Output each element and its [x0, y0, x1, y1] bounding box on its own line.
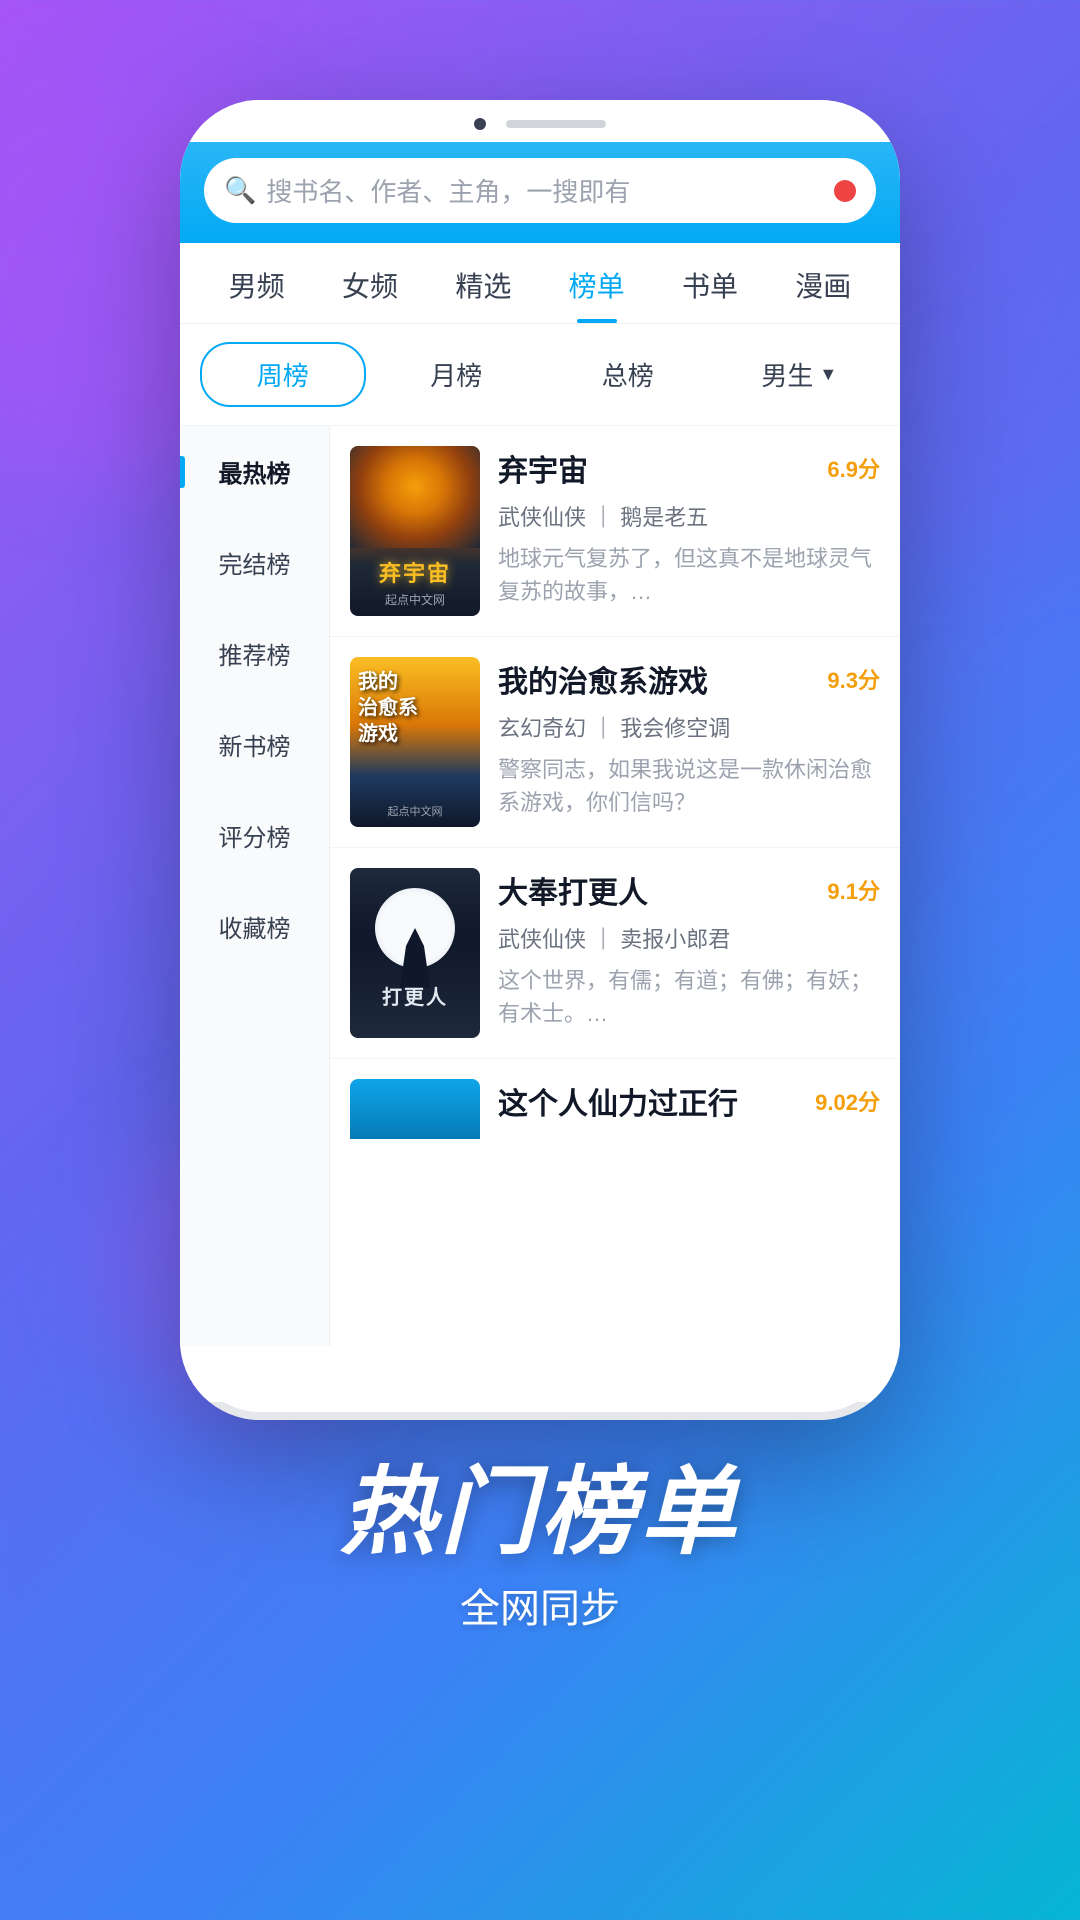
- book-info-3: 大奉打更人 9.1分 武侠仙侠 ｜ 卖报小郎君 这个世界，有儒；有道；有佛；有妖…: [498, 868, 880, 1030]
- phone-top-bar: [180, 100, 900, 142]
- book-meta-1: 武侠仙侠 ｜ 鹅是老五: [498, 500, 880, 532]
- sub-tabs: 周榜 月榜 总榜 男生 ▼: [180, 324, 900, 426]
- tab-rankings[interactable]: 榜单: [540, 243, 653, 323]
- book-meta-3: 武侠仙侠 ｜ 卖报小郎君: [498, 922, 880, 954]
- sidebar-item-new-books[interactable]: 新书榜: [180, 699, 329, 790]
- book-cover-3: 打更人: [350, 868, 480, 1038]
- search-bar[interactable]: 🔍 搜书名、作者、主角，一搜即有: [204, 158, 876, 223]
- book-desc-1: 地球元气复苏了，但这真不是地球灵气复苏的故事，…: [498, 542, 880, 608]
- book-score-1: 6.9分: [827, 452, 880, 484]
- book-desc-3: 这个世界，有儒；有道；有佛；有妖；有术士。…: [498, 964, 880, 1030]
- tab-male-frequency[interactable]: 男频: [200, 243, 313, 323]
- tab-female-frequency[interactable]: 女频: [313, 243, 426, 323]
- dropdown-arrow-icon: ▼: [819, 364, 837, 385]
- book-title-3: 大奉打更人: [498, 868, 648, 912]
- sidebar-item-ratings[interactable]: 评分榜: [180, 790, 329, 881]
- search-record-button[interactable]: [834, 180, 856, 202]
- book-list: 弃宇宙 起点中文网 弃宇宙 6.9分 武侠仙侠 ｜: [330, 426, 900, 1346]
- sidebar-item-favorites[interactable]: 收藏榜: [180, 881, 329, 972]
- tab-comics[interactable]: 漫画: [767, 243, 880, 323]
- nav-tabs: 男频 女频 精选 榜单 书单 漫画: [180, 243, 900, 324]
- book-title-1: 弃宇宙: [498, 446, 588, 490]
- sub-tab-male-dropdown[interactable]: 男生 ▼: [719, 356, 881, 393]
- book-title-2: 我的治愈系游戏: [498, 657, 708, 701]
- book-cover-1: 弃宇宙 起点中文网: [350, 446, 480, 616]
- sub-tab-all-time[interactable]: 总榜: [547, 344, 709, 405]
- book-info-2: 我的治愈系游戏 9.3分 玄幻奇幻 ｜ 我会修空调 警察同志，如果我说这是一款休…: [498, 657, 880, 819]
- book-cover-2: 我的治愈系游戏 起点中文网: [350, 657, 480, 827]
- banner-subtitle: 全网同步: [340, 1576, 740, 1634]
- bottom-banner: 热门榜单 全网同步: [340, 1420, 740, 1654]
- sub-tab-weekly[interactable]: 周榜: [200, 342, 366, 407]
- book-score-3: 9.1分: [827, 874, 880, 906]
- tab-featured[interactable]: 精选: [427, 243, 540, 323]
- search-icon: 🔍: [224, 175, 256, 206]
- app-content: 🔍 搜书名、作者、主角，一搜即有 男频 女频 精选 榜单 书单 漫画 周榜 月榜…: [180, 142, 900, 1402]
- book-title-row-1: 弃宇宙 6.9分: [498, 446, 880, 490]
- banner-title: 热门榜单: [340, 1460, 740, 1566]
- phone-camera: [474, 118, 486, 130]
- sub-tab-monthly[interactable]: 月榜: [376, 344, 538, 405]
- book-desc-2: 警察同志，如果我说这是一款休闲治愈系游戏，你们信吗？: [498, 753, 880, 819]
- sidebar-item-recommended[interactable]: 推荐榜: [180, 608, 329, 699]
- book-item-2[interactable]: 我的治愈系游戏 起点中文网 我的治愈系游戏 9.3分 玄幻奇幻 ｜: [330, 637, 900, 848]
- book-item-1[interactable]: 弃宇宙 起点中文网 弃宇宙 6.9分 武侠仙侠 ｜: [330, 426, 900, 637]
- main-layout: 最热榜 完结榜 推荐榜 新书榜 评分榜 收藏榜 弃宇宙 起点中文网: [180, 426, 900, 1346]
- book-item-4-partial[interactable]: 游侠 这个人仙力过正行 9.02分: [330, 1059, 900, 1139]
- book-title-4: 这个人仙力过正行: [498, 1079, 738, 1123]
- sidebar-item-completed[interactable]: 完结榜: [180, 517, 329, 608]
- book-score-2: 9.3分: [827, 663, 880, 695]
- book-title-row-4: 这个人仙力过正行 9.02分: [498, 1079, 880, 1123]
- search-placeholder: 搜书名、作者、主角，一搜即有: [266, 172, 824, 209]
- book-score-4: 9.02分: [815, 1085, 880, 1117]
- sidebar-item-hottest[interactable]: 最热榜: [180, 426, 329, 517]
- book-info-1: 弃宇宙 6.9分 武侠仙侠 ｜ 鹅是老五 地球元气复苏了，但这真不是地球灵气复苏…: [498, 446, 880, 608]
- search-bar-container: 🔍 搜书名、作者、主角，一搜即有: [180, 142, 900, 243]
- tab-booklist[interactable]: 书单: [653, 243, 766, 323]
- phone-frame: 🔍 搜书名、作者、主角，一搜即有 男频 女频 精选 榜单 书单 漫画 周榜 月榜…: [180, 100, 900, 1420]
- book-cover-4: 游侠: [350, 1079, 480, 1139]
- book-meta-2: 玄幻奇幻 ｜ 我会修空调: [498, 711, 880, 743]
- book-title-row-3: 大奉打更人 9.1分: [498, 868, 880, 912]
- phone-speaker: [506, 120, 606, 128]
- book-info-4: 这个人仙力过正行 9.02分: [498, 1079, 880, 1123]
- sidebar: 最热榜 完结榜 推荐榜 新书榜 评分榜 收藏榜: [180, 426, 330, 1346]
- book-title-row-2: 我的治愈系游戏 9.3分: [498, 657, 880, 701]
- book-item-3[interactable]: 打更人 大奉打更人 9.1分 武侠仙侠 ｜ 卖报小郎君: [330, 848, 900, 1059]
